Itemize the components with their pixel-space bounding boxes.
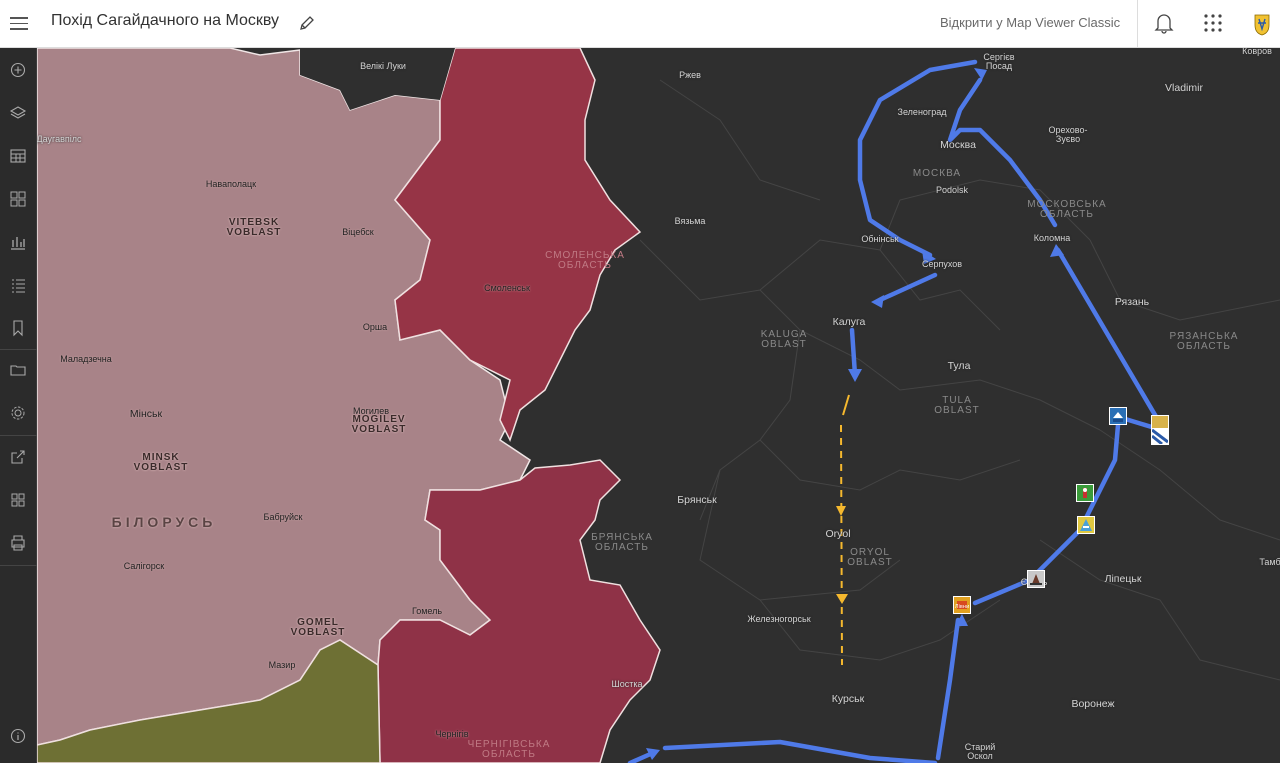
- map-label: Зеленоград: [897, 107, 947, 117]
- map-label: Орехово- Зуєво: [1048, 125, 1088, 144]
- livny-coat-of-arms-marker[interactable]: Лівни: [953, 596, 971, 614]
- map-label: Орша: [362, 322, 388, 332]
- map-label: Москва: [940, 139, 976, 151]
- map-label: Железногорськ: [747, 614, 811, 624]
- yelets-coat-of-arms-marker[interactable]: [1027, 570, 1045, 588]
- widgets-icon[interactable]: [6, 488, 30, 512]
- map-label: Віцебск: [342, 227, 374, 237]
- map-label: Чернігів: [435, 729, 469, 739]
- shatsk-coat-of-arms-marker[interactable]: [1151, 415, 1169, 446]
- region-label: GOMEL VOBLAST: [290, 617, 346, 638]
- map-label: Велікі Луки: [360, 61, 406, 71]
- map-label: Рязань: [1114, 296, 1150, 308]
- map-label: Салігорск: [123, 561, 165, 571]
- bell-icon[interactable]: [1154, 12, 1174, 34]
- region-label: ORYOL OBLAST: [847, 547, 893, 568]
- map-label: Старий Оскол: [964, 742, 996, 761]
- map-label: Бабруйск: [263, 512, 303, 522]
- apps-grid-icon[interactable]: [1203, 13, 1223, 33]
- map-view[interactable]: Велікі Луки Ржев Сергієв Посад Ковров Vl…: [37, 48, 1280, 763]
- charts-icon[interactable]: [6, 230, 30, 254]
- map-label: Наваполацк: [205, 179, 257, 189]
- toolbar-divider: [0, 565, 37, 566]
- toolbar-divider: [0, 435, 37, 436]
- map-label: Серпухов: [921, 259, 963, 269]
- settings-icon[interactable]: [6, 401, 30, 425]
- region-label: MINSK VOBLAST: [133, 452, 189, 473]
- dankov-coat-of-arms-marker[interactable]: [1076, 484, 1094, 502]
- map-label: Шостка: [611, 679, 643, 689]
- region-label: РЯЗАНСЬКА ОБЛАСТЬ: [1169, 331, 1239, 352]
- layers-icon[interactable]: [6, 101, 30, 125]
- region-label: TULA OBLAST: [934, 395, 980, 416]
- folder-icon[interactable]: [6, 358, 30, 382]
- map-label: Смоленськ: [484, 283, 530, 293]
- map-label: Podolsk: [935, 185, 969, 195]
- map-label: Мінськ: [129, 408, 163, 420]
- coat-of-arms-avatar[interactable]: [1250, 11, 1274, 37]
- map-label: Ржев: [679, 70, 701, 80]
- legend-icon[interactable]: [6, 273, 30, 297]
- region-label: СМОЛЕНСЬКА ОБЛАСТЬ: [545, 250, 625, 271]
- map-label: Коломна: [1033, 233, 1071, 243]
- map-label: Тула: [947, 360, 971, 372]
- map-label: Тамб: [1259, 557, 1280, 567]
- share-icon[interactable]: [6, 445, 30, 469]
- map-label: Вязьма: [674, 216, 706, 226]
- hamburger-menu-icon[interactable]: [10, 13, 28, 33]
- map-label: Гомель: [411, 606, 443, 616]
- region-label: БРЯНСЬКА ОБЛАСТЬ: [591, 532, 653, 553]
- map-title: Похід Сагайдачного на Москву: [51, 12, 280, 29]
- map-label: Даугавпілс: [37, 134, 82, 144]
- map-label: Курськ: [831, 693, 865, 705]
- basemap-icon[interactable]: [6, 187, 30, 211]
- region-label: MOGILEV VOBLAST: [351, 414, 407, 435]
- region-label: VITEBSK VOBLAST: [226, 217, 282, 238]
- region-label: МОСКВА: [912, 168, 962, 179]
- print-icon[interactable]: [6, 531, 30, 555]
- header-divider: [1137, 0, 1138, 48]
- yepifan-coat-of-arms-marker[interactable]: [1077, 516, 1095, 534]
- map-toolbar: [0, 48, 37, 763]
- region-label: МОСКОВСЬКА ОБЛАСТЬ: [1027, 199, 1107, 220]
- map-label: Мазир: [268, 660, 296, 670]
- map-label: Ковров: [1242, 48, 1272, 56]
- map-label: Сергієв Посад: [983, 52, 1015, 71]
- map-label: Vladimir: [1165, 82, 1203, 94]
- open-in-classic-link[interactable]: Відкрити у Map Viewer Classic: [940, 15, 1120, 30]
- map-label: Ліпецьк: [1104, 573, 1142, 585]
- map-label: Oryol: [825, 528, 851, 540]
- toolbar-divider: [0, 349, 37, 350]
- bookmark-icon[interactable]: [6, 316, 30, 340]
- region-label: ЧЕРНІГІВСЬКА ОБЛАСТЬ: [467, 739, 551, 760]
- app-header: Похід Сагайдачного на Москву Відкрити у …: [0, 0, 1280, 48]
- region-label: KALUGA OBLAST: [760, 329, 808, 350]
- map-label: Воронеж: [1071, 698, 1115, 710]
- map-label: Брянськ: [677, 494, 717, 506]
- basemap: [37, 48, 1280, 763]
- add-icon[interactable]: [6, 58, 30, 82]
- map-label: Калуга: [832, 316, 866, 328]
- info-icon[interactable]: [6, 724, 30, 748]
- table-icon[interactable]: [6, 144, 30, 168]
- map-label: Обнінськ: [861, 234, 899, 244]
- lebedyan-coat-of-arms-marker[interactable]: [1109, 407, 1127, 425]
- map-label: Маладзечна: [60, 354, 112, 364]
- pencil-icon[interactable]: [298, 14, 316, 32]
- livny-marker-text: Лівни: [955, 604, 970, 610]
- country-label: БІЛОРУСЬ: [111, 514, 217, 530]
